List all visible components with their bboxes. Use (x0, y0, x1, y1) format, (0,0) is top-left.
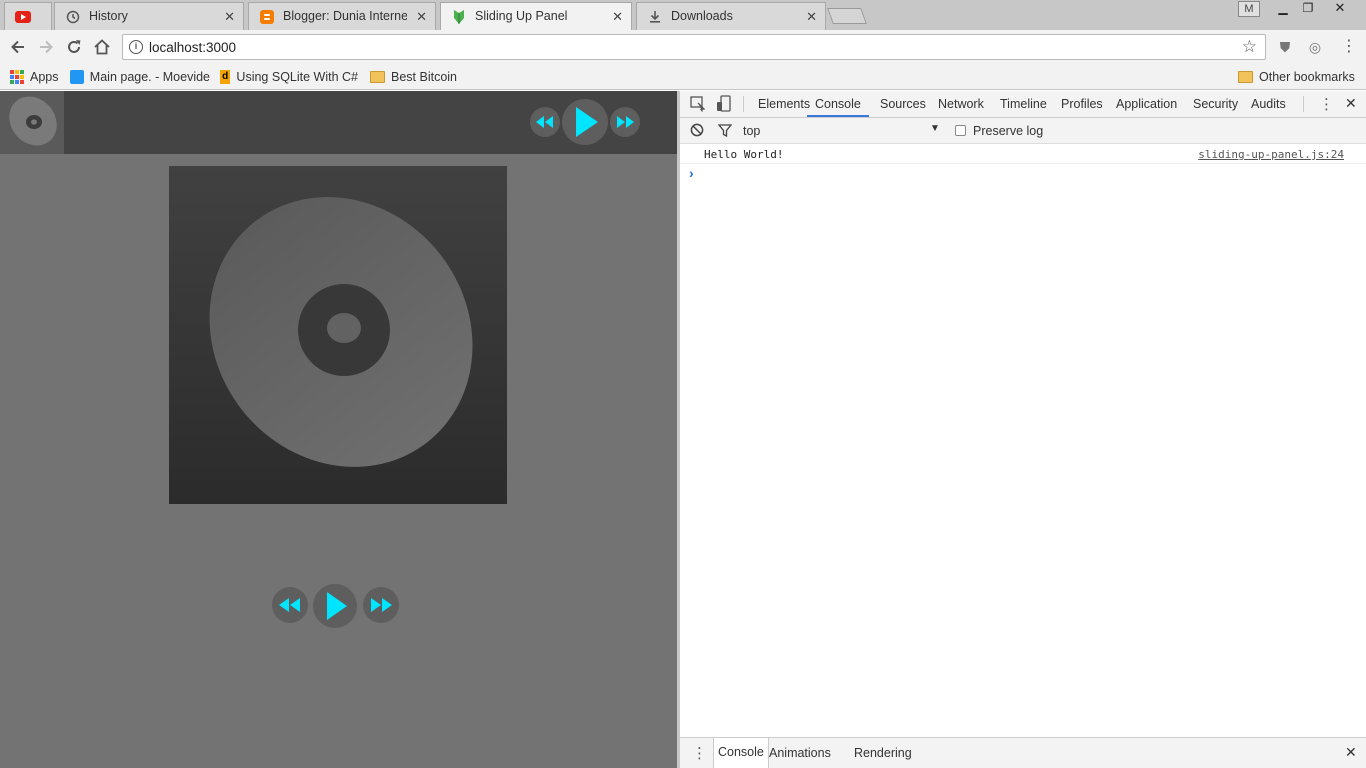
drawer-tab-animations[interactable]: Animations (769, 746, 831, 760)
reload-icon[interactable] (64, 37, 84, 57)
tab-console[interactable]: Console (807, 97, 869, 117)
devtools-menu-icon[interactable]: ⋮ (1319, 95, 1334, 113)
mini-play-button[interactable] (562, 99, 608, 145)
devtools-tabbar: Elements Console Sources Network Timelin… (680, 91, 1366, 118)
inspect-element-icon[interactable] (690, 96, 706, 115)
bookmark-label: Best Bitcoin (391, 70, 458, 84)
prompt-chevron-icon: › (689, 165, 694, 181)
extension-icon[interactable]: ⛊ (1276, 38, 1294, 56)
fast-forward-button[interactable] (363, 587, 399, 623)
close-tab-icon[interactable]: ✕ (612, 9, 623, 25)
close-devtools-icon[interactable]: ✕ (1345, 95, 1357, 112)
tab-audits[interactable]: Audits (1251, 97, 1286, 117)
extension-icon[interactable]: ◎ (1306, 38, 1324, 56)
devtools-panel: Elements Console Sources Network Timelin… (677, 91, 1366, 768)
d-site-icon: d (220, 70, 231, 84)
profile-button[interactable]: M (1238, 1, 1260, 17)
filter-icon[interactable] (717, 124, 733, 140)
tab-title: Blogger: Dunia Internet - (283, 9, 407, 23)
close-tab-icon[interactable]: ✕ (806, 9, 817, 25)
address-url: localhost:3000 (149, 40, 237, 55)
bookmark-label: Apps (30, 70, 59, 84)
tab-elements[interactable]: Elements (758, 97, 810, 117)
rewind-button[interactable] (272, 587, 308, 623)
bookmark-apps[interactable]: Apps (10, 68, 59, 86)
apps-icon (10, 70, 24, 84)
drawer-menu-icon[interactable]: ⋮ (692, 744, 707, 762)
mini-fast-forward-button[interactable] (610, 107, 640, 137)
blogger-icon (259, 9, 275, 25)
bookmarks-bar: Apps Main page. - Moevide d Using SQLite… (0, 64, 1366, 90)
divider (1303, 96, 1304, 112)
context-dropdown-icon[interactable]: ▼ (930, 123, 940, 134)
device-toolbar-icon[interactable] (716, 95, 732, 116)
bookmark-other[interactable]: Other bookmarks (1238, 68, 1355, 86)
preserve-log-label: Preserve log (973, 124, 1044, 138)
window-close-icon[interactable]: ✕ (1327, 1, 1353, 17)
tab-title: Downloads (671, 9, 733, 23)
console-message: Hello World! sliding-up-panel.js:24 (680, 144, 1366, 164)
tab-blogger[interactable]: Blogger: Dunia Internet - ✕ (248, 2, 436, 30)
close-tab-icon[interactable]: ✕ (224, 9, 235, 25)
moevideo-icon (70, 70, 84, 84)
console-prompt[interactable]: › (680, 164, 1366, 186)
album-cover (169, 166, 507, 504)
tab-security[interactable]: Security (1193, 97, 1238, 117)
bookmark-main-page[interactable]: Main page. - Moevide (70, 68, 210, 86)
tab-profiles[interactable]: Profiles (1061, 97, 1103, 117)
preserve-log-checkbox[interactable] (955, 125, 966, 136)
back-icon[interactable] (8, 37, 28, 57)
bookmark-label: Other bookmarks (1259, 70, 1355, 84)
tab-timeline[interactable]: Timeline (1000, 97, 1047, 117)
bookmark-label: Main page. - Moevide (89, 70, 210, 84)
forward-icon[interactable] (36, 37, 56, 57)
new-tab-button[interactable] (827, 8, 867, 24)
info-icon[interactable]: i (129, 40, 143, 54)
polymer-icon (451, 9, 467, 25)
console-toolbar: top ▼ Preserve log (680, 118, 1366, 144)
tab-strip: History ✕ Blogger: Dunia Internet - ✕ Sl… (0, 0, 1366, 30)
context-select[interactable]: top (743, 124, 760, 138)
drawer-tab-rendering[interactable]: Rendering (854, 746, 912, 760)
console-output[interactable]: Hello World! sliding-up-panel.js:24 › (680, 144, 1366, 736)
clear-console-icon[interactable] (690, 123, 704, 140)
history-icon (65, 9, 81, 25)
minimize-icon[interactable]: ▁ (1270, 1, 1296, 17)
tab-downloads[interactable]: Downloads ✕ (636, 2, 826, 30)
close-drawer-icon[interactable]: ✕ (1345, 744, 1357, 761)
tab-youtube[interactable] (4, 2, 52, 30)
tab-history[interactable]: History ✕ (54, 2, 244, 30)
album-thumbnail (0, 91, 64, 154)
tab-sliding-up-panel[interactable]: Sliding Up Panel ✕ (440, 2, 632, 30)
mini-player-bar[interactable] (0, 91, 677, 154)
tab-sources[interactable]: Sources (880, 97, 926, 117)
tab-network[interactable]: Network (938, 97, 984, 117)
devtools-drawer: ⋮ Console Animations Rendering ✕ (680, 737, 1366, 768)
menu-icon[interactable]: ⋮ (1340, 38, 1358, 56)
download-icon (647, 9, 663, 25)
address-bar[interactable]: i localhost:3000 ☆ (122, 34, 1266, 60)
home-icon[interactable] (92, 37, 112, 57)
drawer-tab-console[interactable]: Console (713, 738, 769, 768)
folder-icon (370, 71, 385, 83)
close-tab-icon[interactable]: ✕ (416, 9, 427, 25)
tab-title: Sliding Up Panel (475, 9, 568, 23)
browser-toolbar: i localhost:3000 ☆ ⛊ ◎ ⋮ (0, 30, 1366, 64)
bookmark-star-icon[interactable]: ☆ (1242, 37, 1257, 57)
restore-icon[interactable]: ❐ (1295, 1, 1321, 17)
folder-icon (1238, 71, 1253, 83)
bookmark-sqlite[interactable]: d Using SQLite With C# (220, 68, 358, 86)
bookmark-label: Using SQLite With C# (236, 70, 358, 84)
tab-title: History (89, 9, 128, 23)
page-viewport (0, 91, 677, 768)
play-button[interactable] (313, 584, 357, 628)
divider (743, 96, 744, 112)
console-message-text: Hello World! (704, 148, 784, 161)
bookmark-best-bitcoin[interactable]: Best Bitcoin (370, 68, 457, 86)
youtube-icon (15, 9, 31, 25)
console-message-source-link[interactable]: sliding-up-panel.js:24 (1198, 148, 1344, 161)
tab-application[interactable]: Application (1116, 97, 1177, 117)
mini-rewind-button[interactable] (530, 107, 560, 137)
